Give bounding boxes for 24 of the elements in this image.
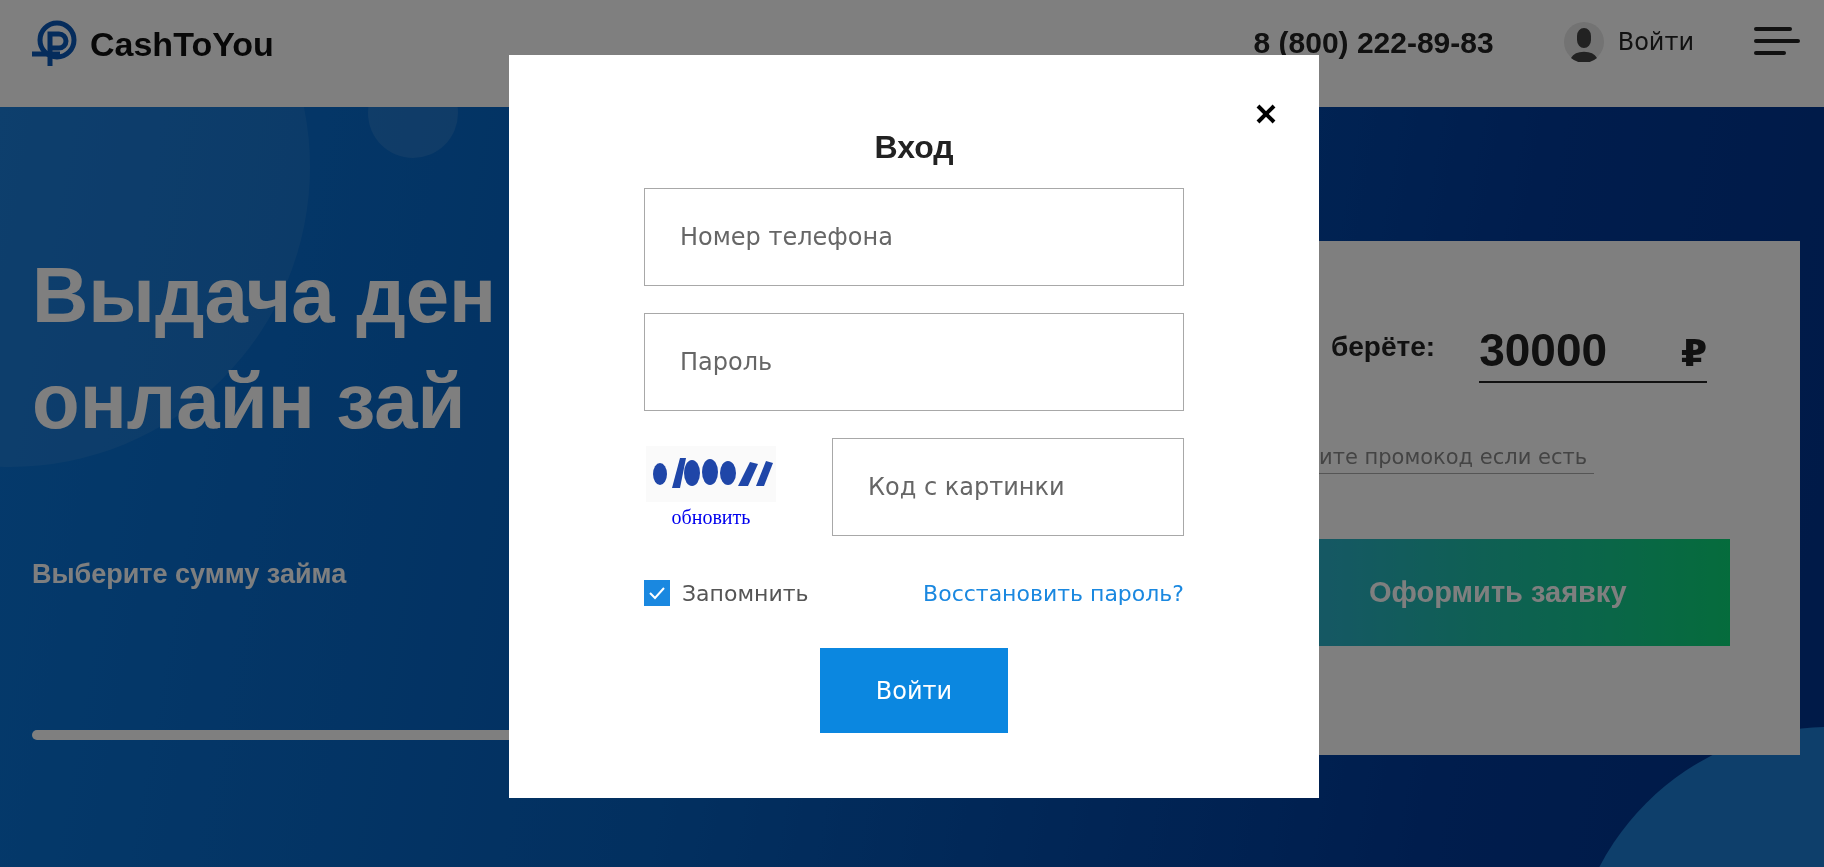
password-field[interactable]: Пароль bbox=[644, 313, 1184, 411]
amount-field[interactable]: 30000 ₽ bbox=[1479, 323, 1708, 383]
user-avatar-icon[interactable] bbox=[1563, 22, 1604, 62]
logo-text[interactable]: CashToYou bbox=[90, 24, 274, 64]
hero-title: онлайн зай bbox=[32, 356, 466, 447]
login-button[interactable]: Войти bbox=[820, 648, 1008, 733]
hero-subtitle: Выберите сумму займа bbox=[32, 559, 347, 590]
checkbox-label[interactable]: Запомнить bbox=[682, 580, 809, 606]
menu-icon[interactable] bbox=[1754, 26, 1800, 56]
phone-number[interactable]: 8 (800) 222-89-83 bbox=[1253, 26, 1494, 60]
check-icon bbox=[649, 586, 665, 600]
amount-label: берёте: bbox=[1331, 331, 1436, 364]
checkbox[interactable] bbox=[644, 580, 670, 606]
hero-title: Выдача ден bbox=[32, 250, 497, 341]
refresh-link[interactable]: обновить bbox=[671, 506, 751, 529]
dialog-title: Вход bbox=[873, 129, 955, 166]
login-link[interactable]: Войти bbox=[1617, 28, 1694, 56]
recover-password-link[interactable]: Восстановить пароль? bbox=[923, 580, 1184, 606]
amount-value: 30000 bbox=[1479, 323, 1608, 377]
close-icon[interactable] bbox=[1256, 104, 1276, 124]
currency-sign: ₽ bbox=[1680, 331, 1708, 375]
captcha-field[interactable]: Код с картинки bbox=[832, 438, 1184, 536]
ruble-logo-icon bbox=[30, 20, 78, 68]
phone-field[interactable]: Номер телефона bbox=[644, 188, 1184, 286]
